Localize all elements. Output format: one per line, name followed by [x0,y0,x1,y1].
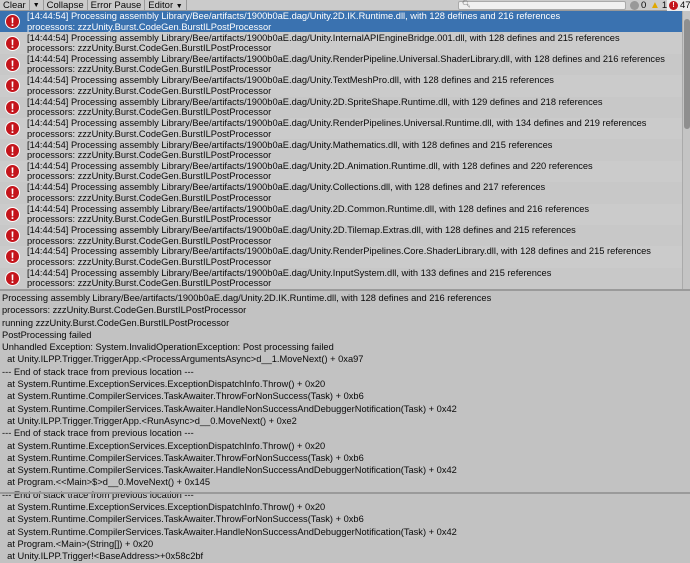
error-icon: ! [5,163,20,179]
log-entry-processors: processors: zzzUnity.Burst.CodeGen.Burst… [27,235,272,246]
error-count-toggle[interactable]: ! 47 [667,0,690,11]
error-icon: ! [5,185,20,201]
pane-splitter[interactable] [0,289,690,291]
editor-dropdown[interactable]: Editor ▼ [145,0,187,11]
log-entry-message: [14:44:54] Processing assembly Library/B… [27,203,590,214]
warning-icon: ▲ [650,0,660,11]
log-entry-message: [14:44:54] Processing assembly Library/B… [27,75,554,86]
chevron-down-icon: ▼ [175,2,183,10]
clear-button[interactable]: Clear [0,0,30,11]
error-icon: ! [5,14,20,30]
log-entry-message: [14:44:54] Processing assembly Library/B… [27,246,651,257]
log-entry-processors: processors: zzzUnity.Burst.CodeGen.Burst… [27,214,272,225]
log-entry[interactable]: ! [14:44:54] Processing assembly Library/… [0,139,682,161]
log-entry-message: [14:44:54] Processing assembly Library/B… [27,139,553,150]
error-icon: ! [5,99,20,115]
log-entry[interactable]: ! [14:44:54] Processing assembly Library/… [0,203,682,225]
log-entry[interactable]: ! [14:44:54] Processing assembly Library/… [0,267,682,289]
clear-label: Clear [3,0,26,11]
log-entry-processors: processors: zzzUnity.Burst.CodeGen.Burst… [27,171,272,182]
log-entry-processors: processors: zzzUnity.Burst.CodeGen.Burst… [27,256,272,267]
log-entry-text: [14:44:54] Processing assembly Library/B… [27,11,560,32]
log-entry-text: [14:44:54] Processing assembly Library/B… [27,204,589,225]
collapse-toggle[interactable]: Collapse [44,0,88,11]
log-entry[interactable]: ! [14:44:54] Processing assembly Library/… [0,32,682,54]
log-entry-message: [14:44:54] Processing assembly Library/B… [27,32,620,43]
log-entry-processors: processors: zzzUnity.Burst.CodeGen.Burst… [27,43,272,54]
log-entry-text: [14:44:54] Processing assembly Library/B… [27,225,576,246]
log-entry-message: [14:44:54] Processing assembly Library/B… [27,118,647,129]
log-entry-text: [14:44:54] Processing assembly Library/B… [27,75,554,96]
error-pause-toggle[interactable]: Error Pause [88,0,146,11]
log-entry-text: [14:44:54] Processing assembly Library/B… [27,161,593,182]
error-icon: ! [5,270,20,286]
log-entry-message: [14:44:54] Processing assembly Library/B… [27,160,593,171]
log-entry-processors: processors: zzzUnity.Burst.CodeGen.Burst… [27,107,272,118]
error-icon: ! [669,1,678,10]
log-entry-text: [14:44:54] Processing assembly Library/B… [27,118,646,139]
error-icon: ! [5,121,20,137]
log-entry-text: [14:44:54] Processing assembly Library/B… [27,268,551,289]
log-list-scrollbar[interactable] [682,11,690,289]
log-entry[interactable]: ! [14:44:54] Processing assembly Library/… [0,75,682,97]
log-entry-message: [14:44:54] Processing assembly Library/B… [27,11,561,22]
info-icon [630,1,639,10]
log-entry-processors: processors: zzzUnity.Burst.CodeGen.Burst… [27,278,272,289]
log-entry-text: [14:44:54] Processing assembly Library/B… [27,182,545,203]
error-count: 47 [680,0,690,11]
log-entry[interactable]: ! [14:44:54] Processing assembly Library/… [0,11,682,33]
log-entry-message: [14:44:54] Processing assembly Library/B… [27,267,552,278]
log-entry-text: [14:44:54] Processing assembly Library/B… [27,54,665,75]
error-icon: ! [5,142,20,158]
error-icon: ! [5,206,20,222]
log-list: ! [14:44:54] Processing assembly Library/… [0,11,682,289]
log-entry-processors: processors: zzzUnity.Burst.CodeGen.Burst… [27,150,272,161]
log-entry[interactable]: ! [14:44:54] Processing assembly Library/… [0,224,682,247]
log-count: 0 [641,0,647,11]
error-icon: ! [5,56,20,72]
log-entry-processors: processors: zzzUnity.Burst.CodeGen.Burst… [27,192,272,203]
search-icon: 🔍︎ [462,1,471,8]
clear-options-dropdown[interactable]: ▼ [30,0,44,11]
log-entry-message: [14:44:54] Processing assembly Library/B… [27,96,603,107]
log-entry-message: [14:44:54] Processing assembly Library/B… [27,182,546,193]
search-input[interactable]: 🔍︎ [458,1,626,10]
log-entry-text: [14:44:54] Processing assembly Library/B… [27,97,603,118]
log-count-toggle[interactable]: 0 [630,0,646,11]
console-toolbar: Clear ▼ Collapse Error Pause Editor ▼ 🔍︎… [0,0,690,11]
log-entry[interactable]: ! [14:44:54] Processing assembly Library/… [0,160,682,183]
scrollbar-thumb[interactable] [684,19,690,129]
log-entry-processors: processors: zzzUnity.Burst.CodeGen.Burst… [27,21,272,32]
error-icon: ! [5,78,20,94]
log-entry-processors: processors: zzzUnity.Burst.CodeGen.Burst… [27,64,272,75]
log-entry-message: [14:44:54] Processing assembly Library/B… [27,225,576,236]
log-entry-message: [14:44:54] Processing assembly Library/B… [27,53,665,64]
log-entry-processors: processors: zzzUnity.Burst.CodeGen.Burst… [27,85,272,96]
log-entry-text: [14:44:54] Processing assembly Library/B… [27,140,552,161]
log-entry[interactable]: ! [14:44:54] Processing assembly Library/… [0,117,682,140]
log-entry-processors: processors: zzzUnity.Burst.CodeGen.Burst… [27,128,272,139]
editor-label: Editor [148,0,174,11]
log-entry[interactable]: ! [14:44:54] Processing assembly Library/… [0,96,682,118]
log-entry[interactable]: ! [14:44:54] Processing assembly Library/… [0,53,682,76]
log-entry[interactable]: ! [14:44:54] Processing assembly Library/… [0,246,682,268]
stack-trace-detail: Processing assembly Library/Bee/artifact… [2,293,492,562]
warning-count-toggle[interactable]: ▲ 1 [650,0,667,11]
log-entry-text: [14:44:54] Processing assembly Library/B… [27,33,620,54]
log-entry[interactable]: ! [14:44:54] Processing assembly Library/… [0,182,682,204]
error-icon: ! [5,249,20,265]
error-icon: ! [5,228,20,244]
log-entry-text: [14:44:54] Processing assembly Library/B… [27,246,651,267]
error-icon: ! [5,35,20,51]
